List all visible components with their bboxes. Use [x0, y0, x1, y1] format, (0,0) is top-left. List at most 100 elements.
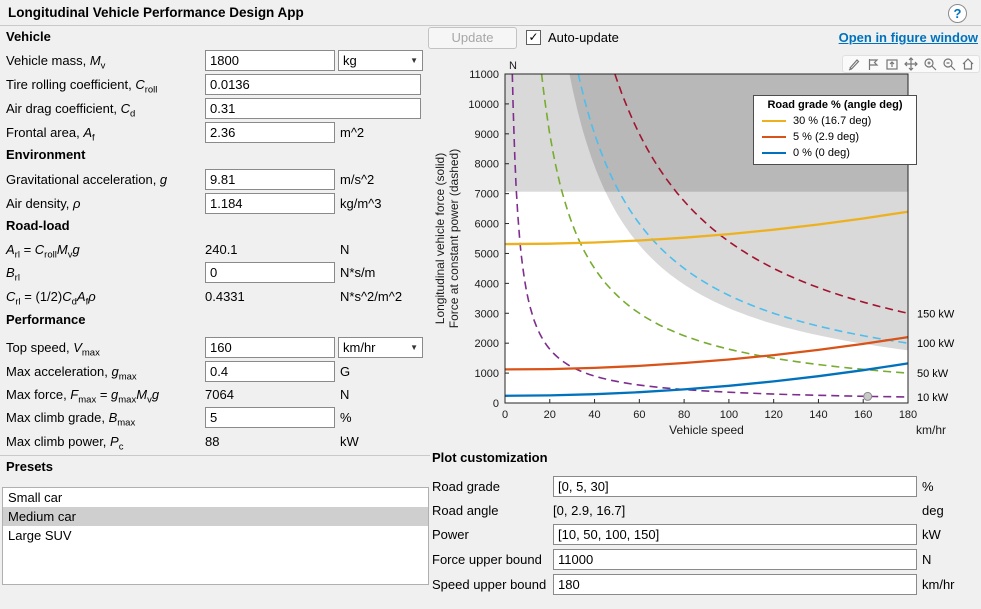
frontal-area-row: Frontal area, Af m^2 — [6, 122, 430, 144]
vehicle-mass-row: Vehicle mass, Mv kg ▼ — [6, 50, 430, 72]
road-grade-label: Road grade — [432, 476, 500, 498]
a-rl-unit: N — [340, 239, 349, 261]
y-tick-label: 8000 — [475, 159, 499, 171]
road-angle-value: [0, 2.9, 16.7] — [553, 500, 625, 522]
air-drag-row: Air drag coefficient, Cd — [6, 98, 430, 120]
chart-legend: Road grade % (angle deg) 30 % (16.7 deg)… — [753, 95, 917, 165]
power-curve-label-100kw: 100 kW — [917, 338, 955, 350]
y-tick-label: 6000 — [475, 219, 499, 231]
preset-item-large-suv[interactable]: Large SUV — [3, 526, 428, 545]
legend-entry-5pct: 5 % (2.9 deg) — [754, 129, 916, 145]
force-upper-bound-label: Force upper bound — [432, 549, 542, 571]
legend-label-5pct: 5 % (2.9 deg) — [793, 131, 859, 143]
legend-line-swatch-30pct — [762, 120, 786, 122]
zoom-out-icon[interactable] — [942, 57, 956, 71]
b-rl-unit: N*s/m — [340, 262, 375, 284]
y-tick-label: 11000 — [469, 69, 499, 81]
top-speed-unit-value: km/hr — [343, 340, 376, 355]
max-climb-power-value: 88 — [205, 431, 219, 453]
frontal-area-label: Frontal area, Af — [6, 122, 95, 150]
export-icon[interactable] — [885, 57, 899, 71]
vehicle-mass-unit-dropdown[interactable]: kg ▼ — [338, 50, 423, 71]
chevron-down-icon: ▼ — [410, 51, 418, 71]
top-speed-unit-dropdown[interactable]: km/hr ▼ — [338, 337, 423, 358]
speed-upper-bound-unit: km/hr — [922, 574, 955, 596]
gravity-unit: m/s^2 — [340, 169, 374, 191]
x-tick-label: 80 — [678, 409, 690, 421]
title-separator — [0, 25, 981, 26]
max-accel-unit: G — [340, 361, 350, 383]
power-curve-marker[interactable] — [864, 392, 872, 400]
y-tick-label: 0 — [493, 398, 499, 410]
plot-customization-heading: Plot customization — [432, 450, 548, 465]
x-axis-unit: km/hr — [916, 423, 946, 437]
y-axis-label-line1: Longitudinal vehicle force (solid) — [433, 153, 447, 324]
c-rl-unit: N*s^2/m^2 — [340, 286, 402, 308]
y-tick-label: 7000 — [475, 189, 499, 201]
legend-entry-30pct: 30 % (16.7 deg) — [754, 113, 916, 129]
max-force-value: 7064 — [205, 384, 234, 406]
preset-item-medium-car[interactable]: Medium car — [3, 507, 428, 526]
speed-upper-bound-row: Speed upper bound km/hr — [432, 574, 978, 596]
max-accel-input[interactable] — [205, 361, 335, 382]
x-tick-label: 160 — [854, 409, 872, 421]
pan-icon[interactable] — [904, 57, 918, 71]
b-rl-input[interactable] — [205, 262, 335, 283]
x-tick-label: 120 — [764, 409, 782, 421]
c-rl-value: 0.4331 — [205, 286, 245, 308]
y-tick-label: 3000 — [475, 308, 499, 320]
max-climb-grade-unit: % — [340, 407, 352, 429]
help-button[interactable]: ? — [948, 4, 967, 23]
road-grade-input[interactable] — [553, 476, 917, 497]
frontal-area-input[interactable] — [205, 122, 335, 143]
max-accel-row: Max acceleration, gmax G — [6, 361, 430, 383]
max-force-unit: N — [340, 384, 349, 406]
auto-update-label: Auto-update — [548, 27, 619, 49]
legend-entry-0pct: 0 % (0 deg) — [754, 145, 916, 161]
x-tick-label: 60 — [633, 409, 645, 421]
vehicle-mass-input[interactable] — [205, 50, 335, 71]
speed-upper-bound-input[interactable] — [553, 574, 917, 595]
air-density-input[interactable] — [205, 193, 335, 214]
max-climb-power-unit: kW — [340, 431, 359, 453]
legend-line-swatch-0pct — [762, 152, 786, 154]
max-force-row: Max force, Fmax = gmaxMvg 7064 N — [6, 384, 430, 406]
y-tick-label: 1000 — [475, 368, 499, 380]
max-climb-grade-input[interactable] — [205, 407, 335, 428]
x-tick-label: 140 — [809, 409, 827, 421]
frontal-area-unit: m^2 — [340, 122, 364, 144]
tire-rolling-input[interactable] — [205, 74, 421, 95]
power-input[interactable] — [553, 524, 917, 545]
gravity-input[interactable] — [205, 169, 335, 190]
presets-separator — [0, 455, 430, 456]
tire-rolling-row: Tire rolling coefficient, Croll — [6, 74, 430, 96]
zoom-in-icon[interactable] — [923, 57, 937, 71]
update-button[interactable]: Update — [428, 27, 517, 49]
power-curve-label-150kw: 150 kW — [917, 308, 955, 320]
app-title: Longitudinal Vehicle Performance Design … — [8, 5, 304, 20]
y-axis-unit: N — [509, 60, 517, 72]
vehicle-heading: Vehicle — [6, 29, 51, 44]
y-axis-label-line2: Force at constant power (dashed) — [447, 149, 461, 328]
b-rl-row: Brl N*s/m — [6, 262, 430, 284]
home-icon[interactable] — [961, 57, 975, 71]
road-angle-unit: deg — [922, 500, 944, 522]
force-upper-bound-input[interactable] — [553, 549, 917, 570]
datatips-icon[interactable] — [866, 57, 880, 71]
c-rl-row: Crl = (1/2)CdAfρ 0.4331 N*s^2/m^2 — [6, 286, 430, 308]
open-figure-link[interactable]: Open in figure window — [780, 27, 978, 49]
legend-label-0pct: 0 % (0 deg) — [793, 147, 850, 159]
brush-icon[interactable] — [847, 57, 861, 71]
force-upper-bound-unit: N — [922, 549, 931, 571]
x-tick-label: 40 — [588, 409, 600, 421]
auto-update-checkbox[interactable]: ✓ — [526, 30, 541, 45]
chevron-down-icon: ▼ — [410, 338, 418, 358]
air-drag-input[interactable] — [205, 98, 421, 119]
preset-item-small-car[interactable]: Small car — [3, 488, 428, 507]
a-rl-row: Arl = CrollMvg 240.1 N — [6, 239, 430, 261]
x-tick-label: 0 — [502, 409, 508, 421]
top-speed-input[interactable] — [205, 337, 335, 358]
legend-line-swatch-5pct — [762, 136, 786, 138]
vehicle-mass-unit-value: kg — [343, 53, 357, 68]
performance-heading: Performance — [6, 312, 85, 327]
